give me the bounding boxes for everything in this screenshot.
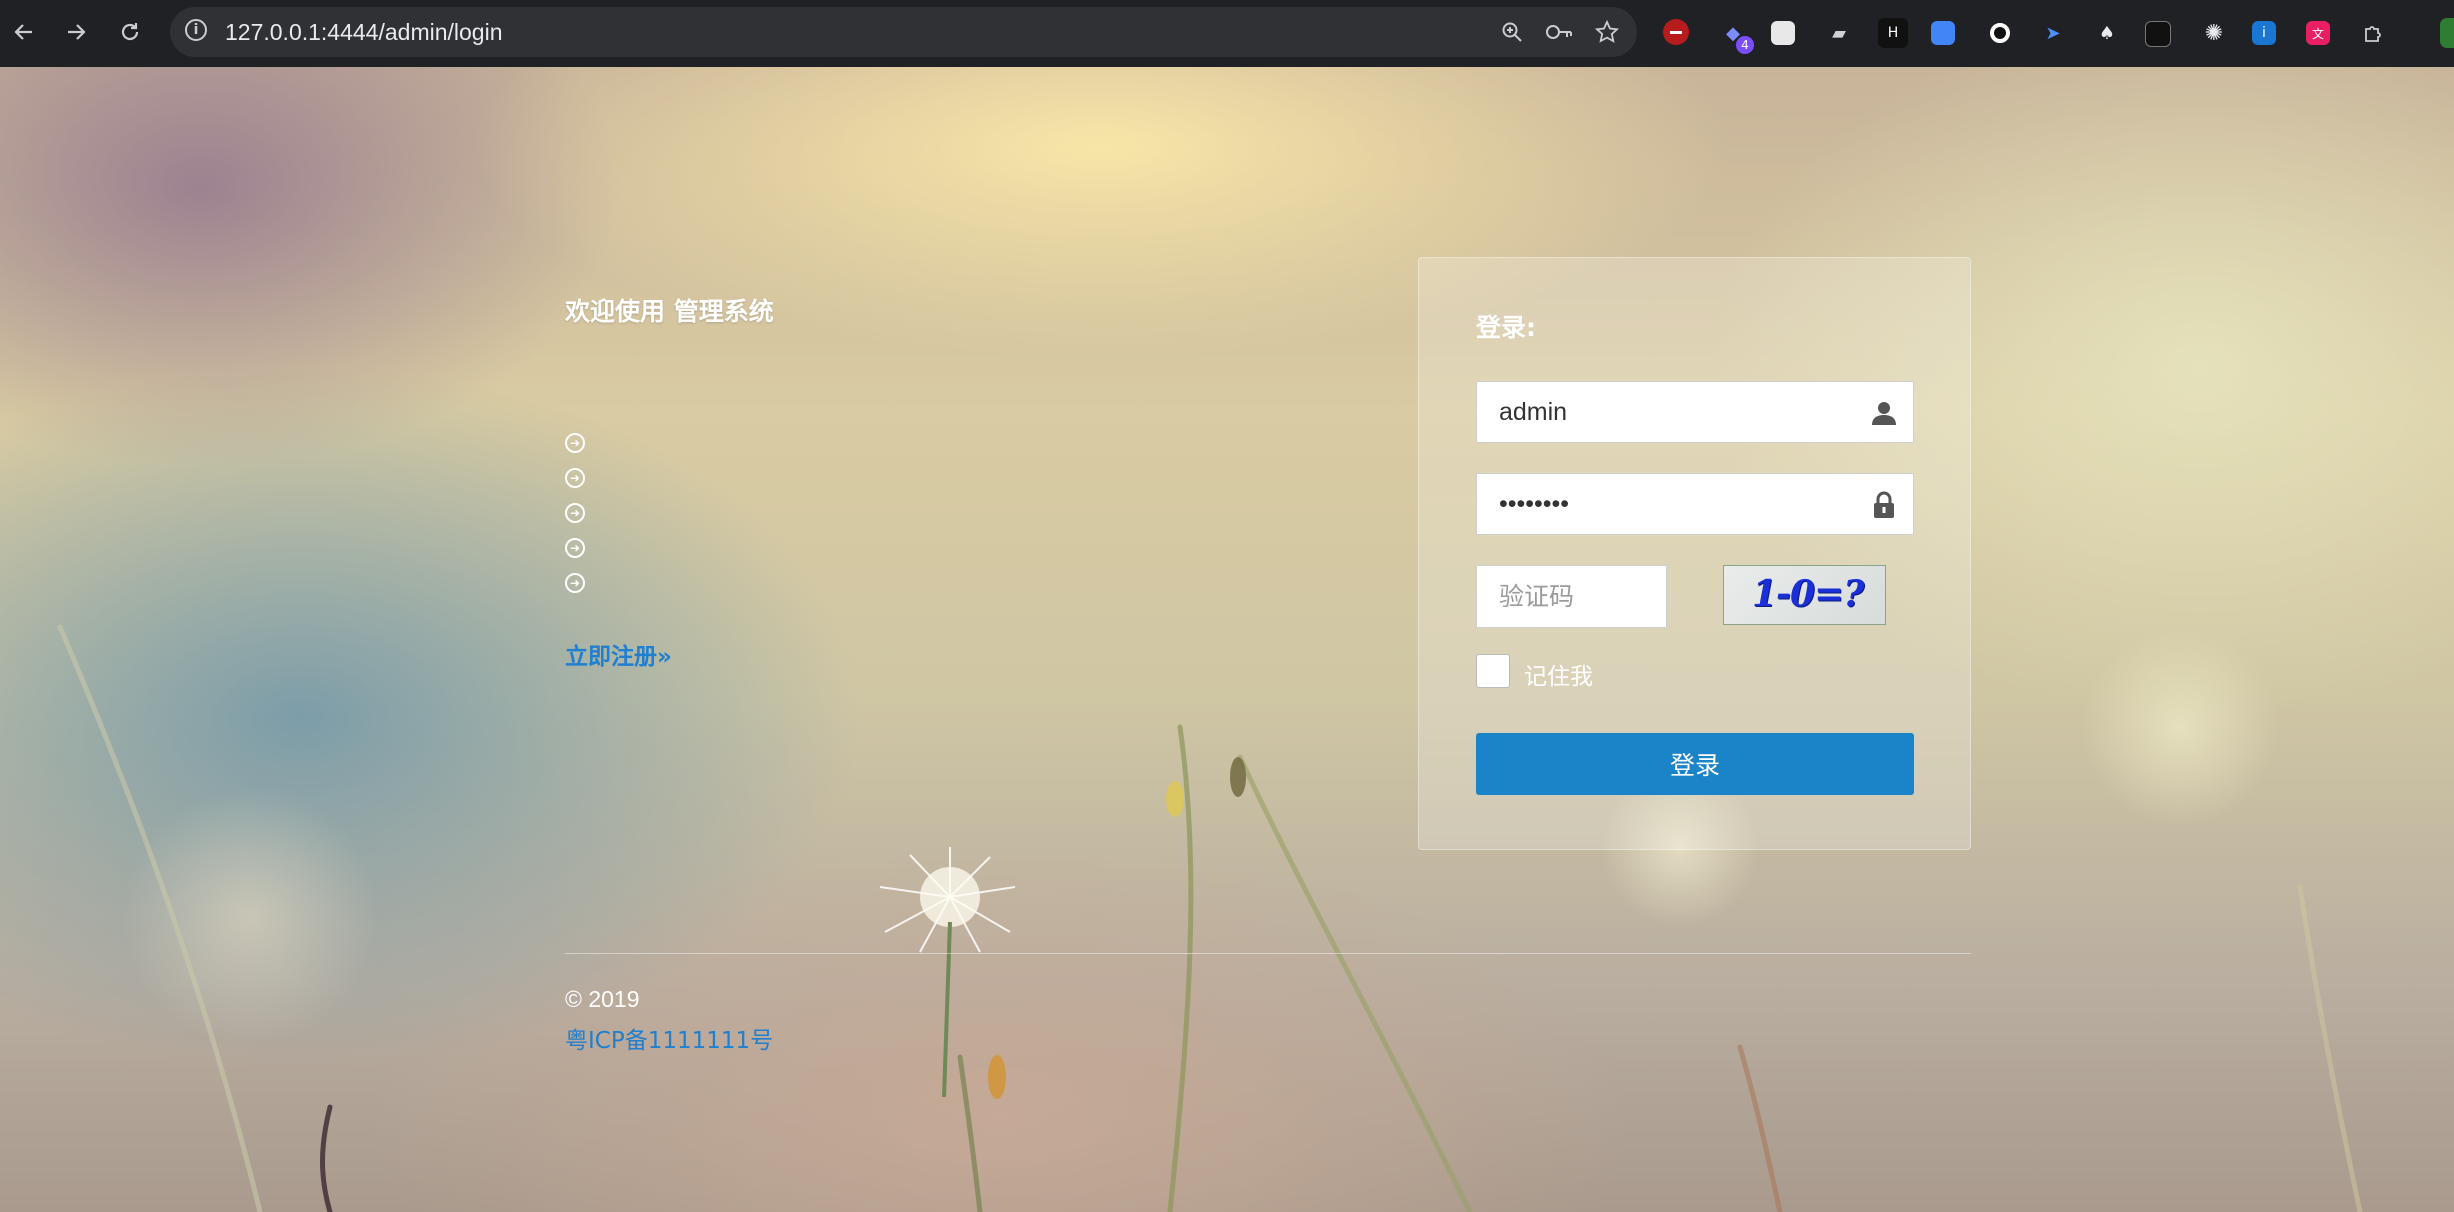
captcha-text: 1-0=? — [1752, 573, 1864, 615]
login-button[interactable]: 登录 — [1476, 733, 1914, 795]
site-info-icon[interactable]: i — [185, 19, 207, 41]
spade-extension-icon[interactable]: ♠ — [2092, 18, 2122, 48]
captcha-input[interactable] — [1477, 566, 1666, 627]
back-button[interactable] — [4, 14, 44, 50]
info-extension-icon[interactable]: i — [2252, 21, 2276, 45]
welcome-title: 欢迎使用 管理系统 — [565, 297, 774, 326]
openai-extension-icon[interactable]: ✺ — [2199, 18, 2229, 48]
bookmark-star-icon[interactable] — [1590, 17, 1624, 47]
password-key-icon[interactable] — [1542, 17, 1576, 47]
captcha-image[interactable]: 1-0=? — [1723, 565, 1886, 625]
lock-icon — [1874, 491, 1894, 518]
translate-extension-icon[interactable]: 文 — [2306, 21, 2330, 45]
reload-icon — [121, 23, 139, 41]
wechat-extension-icon[interactable]: ▰ — [1824, 18, 1854, 48]
copyright-text: © 2019 — [565, 986, 640, 1012]
browser-toolbar: i 127.0.0.1:4444/admin/login ◆ 4 ▰ H ➤ ♠ … — [0, 0, 2454, 67]
username-field[interactable] — [1476, 381, 1914, 443]
register-link[interactable]: 立即注册» — [565, 637, 672, 671]
profile-avatar[interactable] — [2440, 18, 2454, 48]
feature-list: ➜ ➜ ➜ ➜ ➜ — [565, 433, 585, 608]
grass-illustration — [57, 624, 2363, 1212]
forward-arrow-icon — [68, 24, 86, 40]
circle-extension-icon[interactable] — [1985, 18, 2015, 48]
arrow-extension-icon[interactable]: ➤ — [2038, 18, 2068, 48]
extension-badge: 4 — [1736, 36, 1754, 54]
arrow-circle-icon: ➜ — [565, 433, 585, 453]
icp-link[interactable]: 粤ICP备1111111号 — [565, 1021, 773, 1055]
password-field[interactable] — [1476, 473, 1914, 535]
back-arrow-icon — [14, 24, 32, 40]
forward-button[interactable] — [56, 14, 96, 50]
username-input[interactable] — [1477, 382, 1913, 442]
window-extension-icon[interactable] — [1931, 21, 1955, 45]
remember-me-checkbox[interactable] — [1476, 654, 1510, 688]
remember-me-label[interactable]: 记住我 — [1524, 657, 1593, 691]
captcha-field[interactable] — [1476, 565, 1667, 628]
login-card: 登录: 1-0=? 记住我 登录 — [1418, 257, 1971, 850]
user-icon — [1872, 402, 1896, 425]
puzzle-extension-icon[interactable]: ◆ 4 — [1718, 18, 1754, 54]
address-bar[interactable]: i 127.0.0.1:4444/admin/login — [170, 7, 1637, 57]
password-input[interactable] — [1477, 474, 1913, 534]
login-title: 登录: — [1476, 313, 1536, 342]
arrow-circle-icon: ➜ — [565, 468, 585, 488]
url-text[interactable]: 127.0.0.1:4444/admin/login — [225, 19, 503, 46]
footer-divider — [565, 953, 1971, 954]
extensions-puzzle-icon[interactable] — [2359, 18, 2389, 48]
h-extension-icon[interactable]: H — [1878, 18, 1908, 48]
arrow-circle-icon: ➜ — [565, 503, 585, 523]
chart-extension-icon[interactable] — [2145, 21, 2171, 47]
adblock-extension-icon[interactable] — [1663, 19, 1689, 45]
arrow-circle-icon: ➜ — [565, 573, 585, 593]
reload-button[interactable] — [110, 14, 150, 50]
notes-extension-icon[interactable] — [1771, 21, 1795, 45]
login-page: 欢迎使用 管理系统 ➜ ➜ ➜ ➜ ➜ 立即注册» 登录: admin ••••… — [0, 67, 2454, 1212]
zoom-icon[interactable] — [1495, 17, 1529, 47]
arrow-circle-icon: ➜ — [565, 538, 585, 558]
